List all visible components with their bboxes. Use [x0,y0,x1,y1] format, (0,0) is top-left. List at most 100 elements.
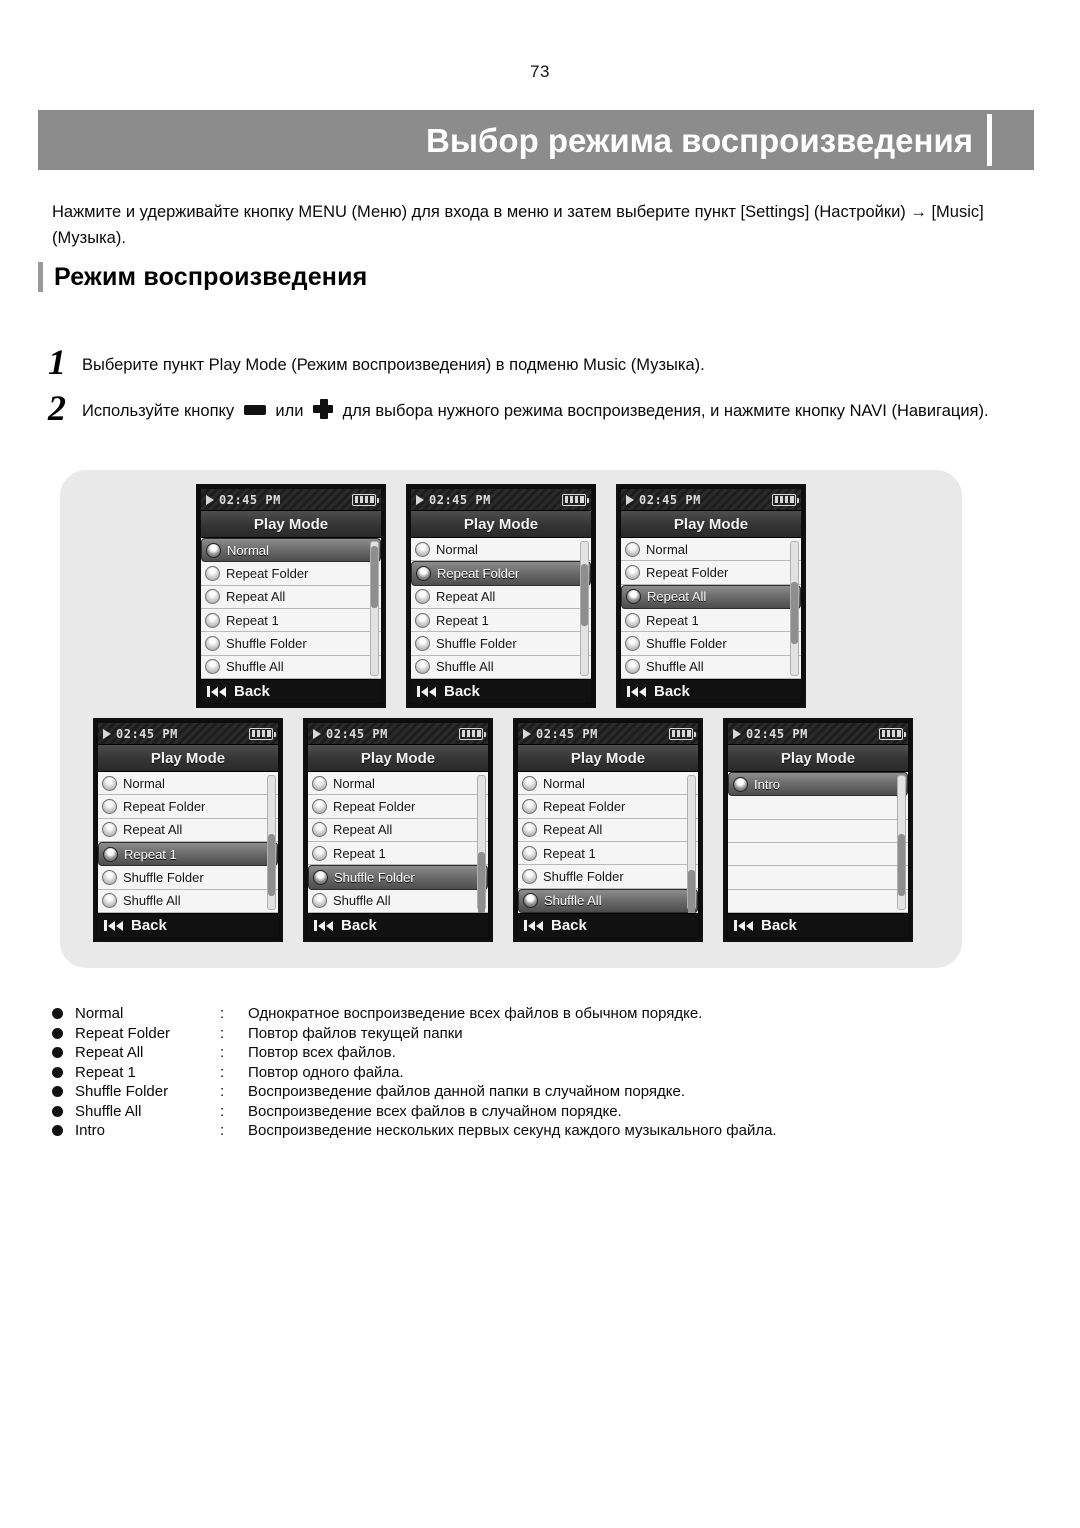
legend-separator: : [220,1102,225,1120]
lcd-scrollbar-thumb[interactable] [581,564,588,626]
radio-button-icon [522,775,537,791]
play-mode-option-shuffle-all[interactable]: Shuffle All [518,888,698,913]
play-mode-option-shuffle-folder[interactable]: Shuffle Folder [411,632,591,656]
play-mode-option-repeat-1[interactable]: Repeat 1 [98,841,278,867]
intro-paragraph: Нажмите и удерживайте кнопку MENU (Меню)… [52,203,984,247]
step-text-before: Используйте кнопку [82,402,235,421]
play-mode-option-label: Shuffle All [123,893,181,909]
lcd-scrollbar[interactable] [687,775,696,913]
play-icon [206,494,214,505]
radio-button-icon [522,868,537,884]
section-heading: Режим воспроизведения [38,262,367,292]
lcd-footer: Back [308,913,488,937]
back-button-label[interactable]: Back [444,683,480,700]
radio-button-icon [625,635,640,651]
step-text: Используйте кнопку или для выбора нужног… [82,391,989,424]
lcd-status-bar: 02:45 PM [201,489,381,511]
play-mode-option-repeat-all[interactable]: Repeat All [201,585,381,609]
lcd-scrollbar[interactable] [370,541,379,676]
play-mode-option-label: Shuffle Folder [226,635,307,651]
play-mode-option-repeat-folder[interactable]: Repeat Folder [518,795,698,819]
play-mode-option-repeat-folder[interactable]: Repeat Folder [411,561,591,586]
lcd-screen: 02:45 PM Play Mode Normal Repeat Folder Repe… [411,489,591,703]
play-mode-option-normal[interactable]: Normal [201,538,381,563]
lcd-scrollbar-thumb[interactable] [478,852,485,913]
play-mode-option-repeat-1[interactable]: Repeat 1 [518,841,698,866]
legend-description: Повтор одного файла. [248,1063,404,1081]
back-button-label[interactable]: Back [341,917,377,934]
play-mode-option-label: Repeat 1 [646,612,699,628]
play-mode-option-normal[interactable]: Normal [98,772,278,796]
legend-description: Повтор файлов текущей папки [248,1024,463,1042]
page-title-banner: Выбор режима воспроизведения [38,110,1034,170]
play-mode-option-label: Repeat Folder [543,798,626,814]
legend-term: Repeat Folder [75,1024,171,1042]
play-mode-option-repeat-1[interactable]: Repeat 1 [308,841,488,866]
play-mode-option-normal[interactable]: Normal [308,772,488,796]
play-mode-option-repeat-folder[interactable]: Repeat Folder [201,562,381,586]
play-mode-option-shuffle-folder[interactable]: Shuffle Folder [518,865,698,889]
lcd-scrollbar[interactable] [477,775,486,913]
play-mode-option-shuffle-all[interactable]: Shuffle All [411,655,591,679]
back-button-label[interactable]: Back [131,917,167,934]
play-mode-option-repeat-all[interactable]: Repeat All [308,818,488,842]
play-mode-option-repeat-folder[interactable]: Repeat Folder [308,795,488,819]
play-mode-option-shuffle-folder[interactable]: Shuffle Folder [308,865,488,890]
back-button-label[interactable]: Back [551,917,587,934]
play-mode-option-repeat-all[interactable]: Repeat All [98,818,278,842]
lcd-scrollbar-thumb[interactable] [898,834,905,896]
play-mode-option-normal[interactable]: Normal [411,538,591,562]
play-mode-legend: Normal: Однократное воспроизведение всех … [52,1005,952,1142]
lcd-status-bar: 02:45 PM [621,489,801,511]
legend-row: Intro: Воспроизведение нескольких первых … [52,1122,952,1142]
bullet-icon [52,1047,63,1058]
play-mode-option-label: Repeat 1 [333,845,386,861]
play-mode-option-label: Normal [333,775,375,791]
status-clock: 02:45 PM [639,492,701,507]
lcd-scrollbar-thumb[interactable] [791,582,798,644]
play-mode-option-repeat-1[interactable]: Repeat 1 [621,608,801,633]
play-mode-option-repeat-1[interactable]: Repeat 1 [411,608,591,633]
status-clock: 02:45 PM [219,492,281,507]
play-mode-option-repeat-1[interactable]: Repeat 1 [201,608,381,633]
play-mode-option-label: Intro [754,776,781,792]
lcd-scrollbar-thumb[interactable] [371,546,378,608]
play-mode-option-repeat-all[interactable]: Repeat All [518,818,698,842]
previous-track-icon [734,920,753,931]
lcd-scrollbar[interactable] [267,775,276,910]
play-mode-option-label: Repeat Folder [226,565,309,581]
lcd-scrollbar-thumb[interactable] [268,834,275,896]
play-mode-option-intro[interactable]: Intro [728,772,908,797]
play-mode-option-label: Shuffle All [646,659,704,675]
play-mode-option-shuffle-folder[interactable]: Shuffle Folder [621,632,801,656]
lcd-scrollbar[interactable] [790,541,799,676]
play-mode-option-normal[interactable]: Normal [621,538,801,562]
device-screenshot: 02:45 PM Play Mode Normal Repeat Folder Repe… [196,484,386,708]
page-title: Выбор режима воспроизведения [426,121,973,159]
play-mode-option-label: Normal [123,775,165,791]
lcd-scrollbar[interactable] [580,541,589,676]
play-mode-option-label: Repeat Folder [123,798,206,814]
back-button-label[interactable]: Back [654,683,690,700]
legend-separator: : [220,1024,225,1042]
play-mode-option-shuffle-folder[interactable]: Shuffle Folder [98,866,278,890]
back-button-label[interactable]: Back [761,917,797,934]
play-mode-option-repeat-all[interactable]: Repeat All [621,584,801,609]
lcd-scrollbar-thumb[interactable] [688,870,695,913]
play-mode-option-shuffle-folder[interactable]: Shuffle Folder [201,632,381,656]
play-mode-option-label: Shuffle All [436,659,494,675]
play-mode-option-shuffle-all[interactable]: Shuffle All [621,655,801,679]
lcd-scrollbar[interactable] [897,775,906,910]
play-mode-option-shuffle-all[interactable]: Shuffle All [308,889,488,913]
play-mode-option-repeat-all[interactable]: Repeat All [411,585,591,609]
play-mode-option-shuffle-all[interactable]: Shuffle All [98,889,278,913]
legend-row: Repeat All: Повтор всех файлов. [52,1044,952,1064]
play-mode-option-repeat-folder[interactable]: Repeat Folder [98,795,278,819]
radio-button-icon [625,612,640,628]
device-screenshot: 02:45 PM Play Mode Normal Repeat Folder Repe… [303,718,493,942]
play-mode-option-shuffle-all[interactable]: Shuffle All [201,655,381,679]
back-button-label[interactable]: Back [234,683,270,700]
lcd-title: Play Mode [201,511,381,538]
play-mode-option-normal[interactable]: Normal [518,772,698,796]
play-mode-option-repeat-folder[interactable]: Repeat Folder [621,561,801,585]
